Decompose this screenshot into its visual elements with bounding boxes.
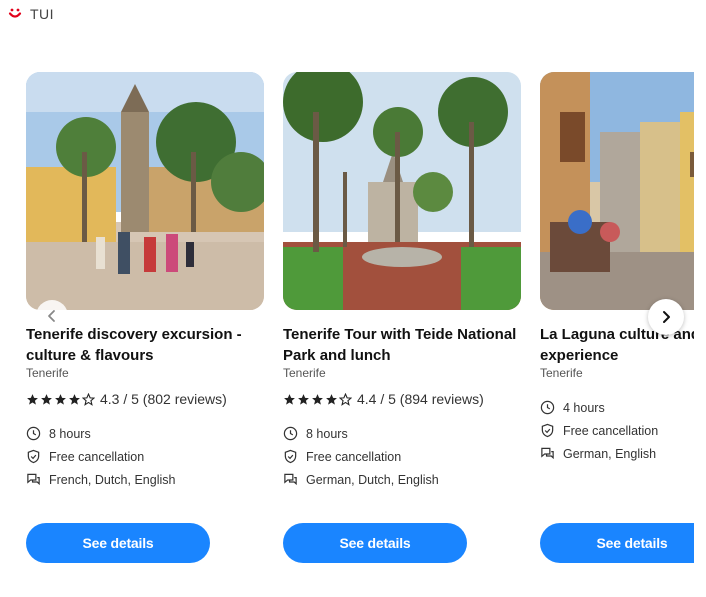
languages-row: German, Dutch, English	[283, 472, 439, 487]
clock-icon	[283, 426, 298, 441]
shield-check-icon	[541, 423, 554, 438]
excursion-carousel: Tenerife discovery excursion - culture &…	[0, 0, 694, 597]
see-details-button[interactable]: See details	[540, 523, 694, 563]
card-rating: 4.3 / 5 (802 reviews)	[26, 391, 227, 407]
duration-text: 4 hours	[563, 400, 605, 415]
star-empty-icon	[339, 392, 352, 406]
carousel-next-button[interactable]	[648, 299, 684, 335]
excursion-card[interactable]: Tenerife discovery excursion - culture &…	[26, 72, 264, 563]
duration-row: 4 hours	[540, 400, 605, 415]
clock-icon	[540, 400, 555, 415]
cancellation-row: Free cancellation	[540, 423, 658, 438]
rating-text: 4.4 / 5 (894 reviews)	[357, 391, 484, 407]
chevron-left-icon	[48, 310, 55, 322]
star-filled-icon	[312, 393, 323, 405]
chat-bubbles-icon	[284, 473, 297, 486]
star-filled-icon	[69, 393, 80, 405]
languages-row: German, English	[540, 446, 656, 461]
card-location: Tenerife	[540, 366, 583, 380]
cancellation-row: Free cancellation	[26, 449, 144, 464]
card-rating: 4.4 / 5 (894 reviews)	[283, 391, 484, 407]
carousel-prev-button[interactable]	[36, 300, 68, 332]
cancellation-row: Free cancellation	[283, 449, 401, 464]
rating-stars	[283, 392, 352, 406]
card-image-la-laguna-street[interactable]	[540, 72, 694, 310]
rating-stars	[26, 392, 95, 406]
duration-row: 8 hours	[26, 426, 91, 441]
languages-text: German, English	[563, 446, 657, 461]
rating-text: 4.3 / 5 (802 reviews)	[100, 391, 227, 407]
star-filled-icon	[298, 393, 309, 405]
card-location: Tenerife	[26, 366, 69, 380]
star-filled-icon	[284, 393, 295, 405]
duration-text: 8 hours	[306, 426, 348, 441]
cancellation-text: Free cancellation	[563, 423, 659, 438]
chat-bubbles-icon	[27, 473, 40, 486]
see-details-button[interactable]: See details	[283, 523, 467, 563]
clock-icon	[26, 426, 41, 441]
card-title[interactable]: Tenerife Tour with Teide National Park a…	[283, 324, 543, 366]
see-details-button[interactable]: See details	[26, 523, 210, 563]
card-image-church-square[interactable]	[26, 72, 264, 310]
card-title[interactable]: Tenerife discovery excursion - culture &…	[26, 324, 286, 366]
languages-row: French, Dutch, English	[26, 472, 175, 487]
star-filled-icon	[41, 393, 52, 405]
star-filled-icon	[27, 393, 38, 405]
duration-text: 8 hours	[49, 426, 91, 441]
star-filled-icon	[326, 393, 337, 405]
chevron-right-icon	[663, 311, 670, 323]
cancellation-text: Free cancellation	[306, 449, 402, 464]
cancellation-text: Free cancellation	[49, 449, 145, 464]
duration-row: 8 hours	[283, 426, 348, 441]
star-filled-icon	[55, 393, 66, 405]
excursion-card[interactable]: Tenerife Tour with Teide National Park a…	[283, 72, 521, 563]
card-location: Tenerife	[283, 366, 326, 380]
shield-check-icon	[27, 449, 40, 464]
star-empty-icon	[82, 392, 95, 406]
languages-text: French, Dutch, English	[49, 472, 176, 487]
languages-text: German, Dutch, English	[306, 472, 439, 487]
excursion-card[interactable]: La Laguna culture and wine experience Te…	[540, 72, 694, 563]
shield-check-icon	[284, 449, 297, 464]
chat-bubbles-icon	[541, 447, 554, 460]
card-image-palm-garden[interactable]	[283, 72, 521, 310]
